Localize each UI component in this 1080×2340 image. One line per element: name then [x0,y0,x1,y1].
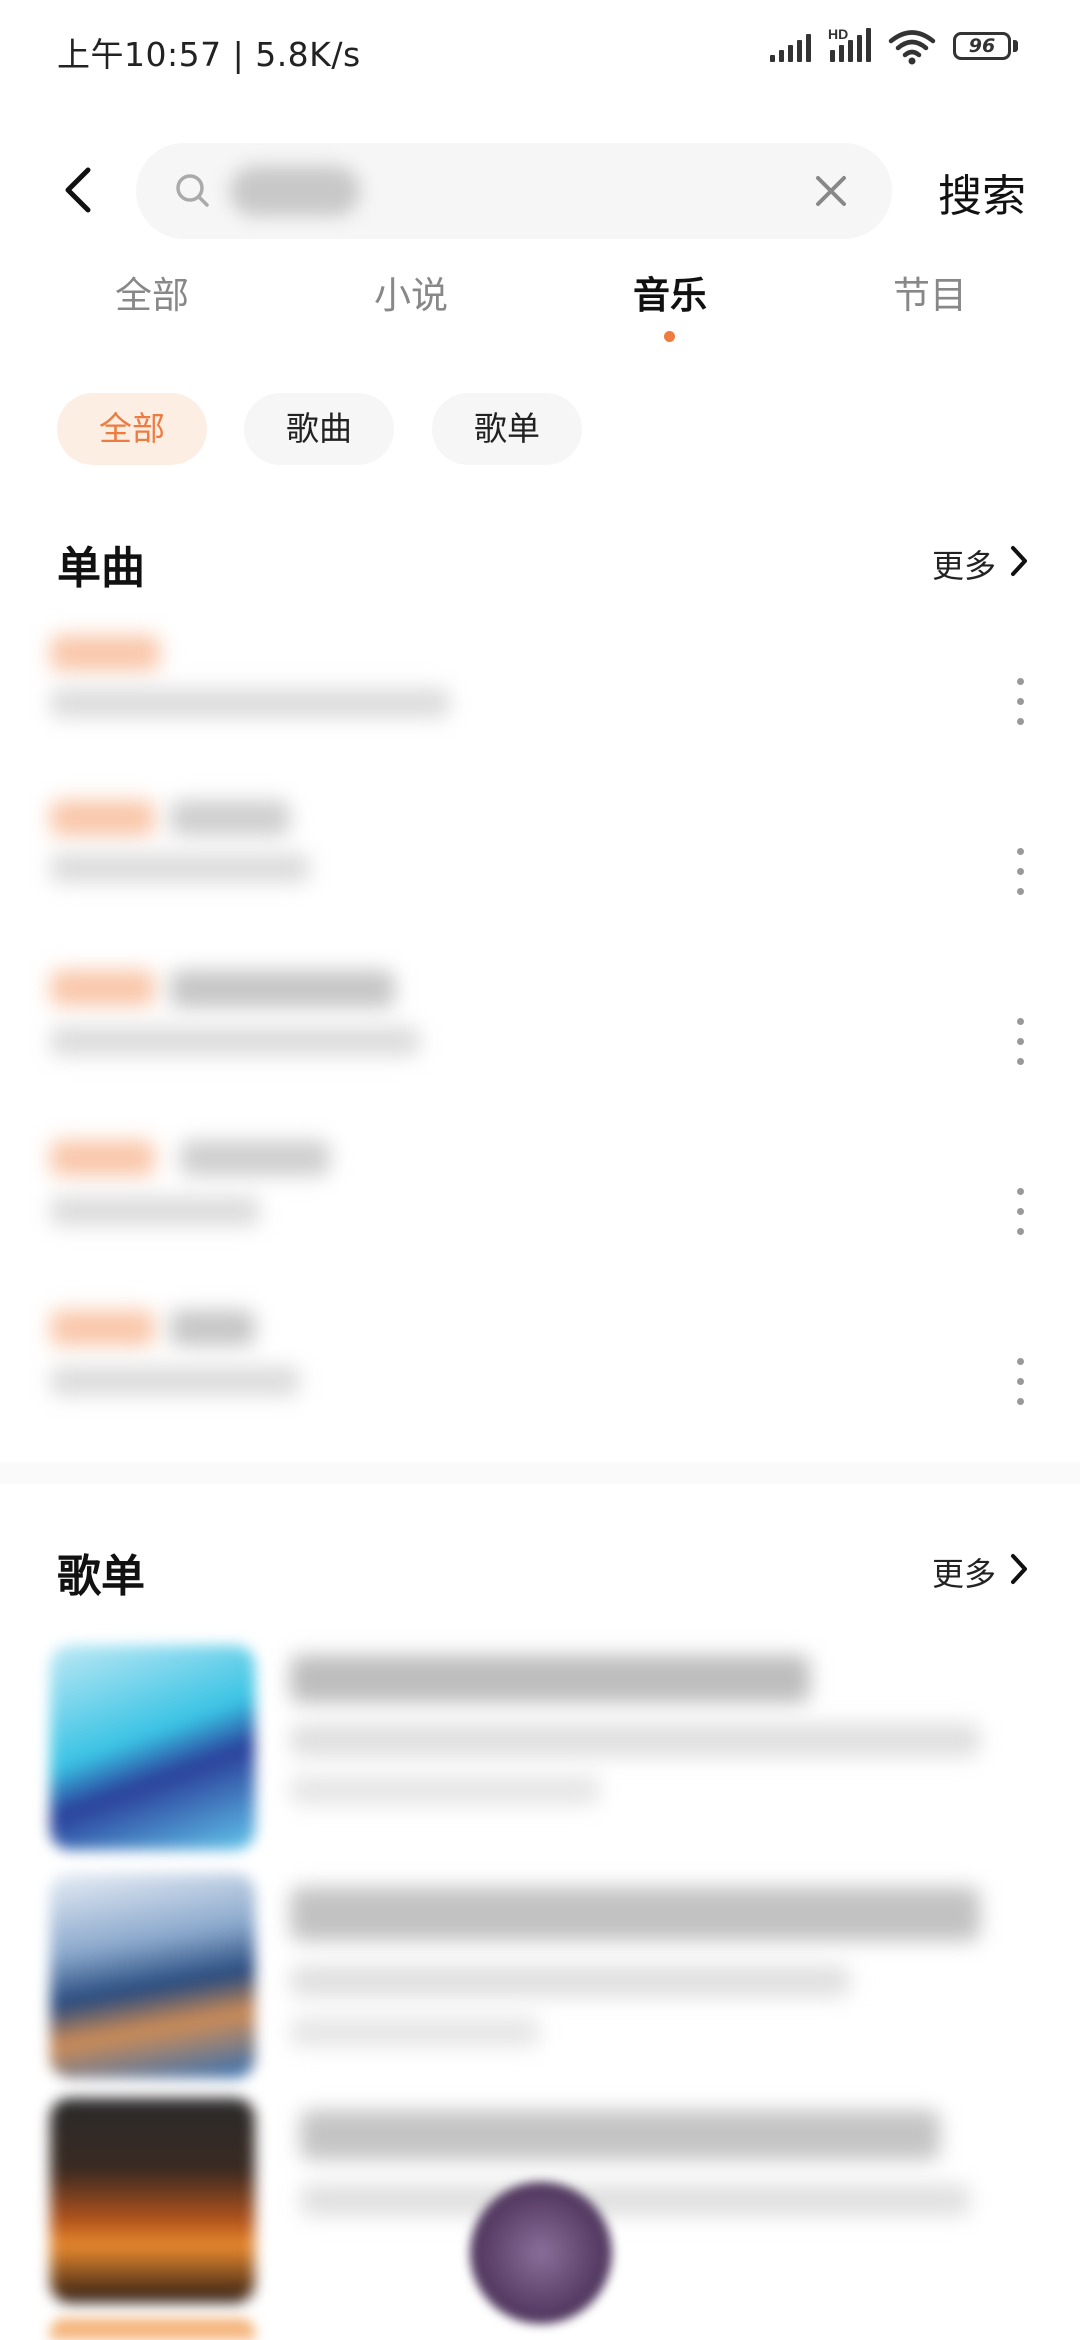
more-options-icon[interactable] [1012,678,1028,734]
chip-playlists[interactable]: 歌单 [432,393,582,465]
chip-songs[interactable]: 歌曲 [244,393,394,465]
clear-icon[interactable] [808,168,854,214]
songs-section-title: 单曲 [57,543,145,594]
more-options-icon[interactable] [1012,848,1028,904]
playlist-cover-partial [50,2318,255,2340]
tab-all[interactable]: 全部 [72,265,232,319]
playlist-cover [50,1645,255,1850]
back-arrow-icon[interactable] [50,160,110,220]
section-divider [0,1462,1080,1484]
cell-signal-icon [770,34,816,62]
playlists-section-title: 歌单 [57,1551,145,1602]
list-item[interactable] [0,1290,1080,1455]
search-input[interactable] [230,160,774,222]
chevron-right-icon[interactable] [1008,544,1030,578]
tab-music[interactable]: 音乐 [590,265,750,319]
mini-player-disc[interactable] [470,2182,612,2324]
list-item[interactable] [0,780,1080,945]
list-item[interactable] [0,1645,1080,1860]
search-button[interactable]: 搜索 [938,160,1026,224]
chip-all[interactable]: 全部 [57,393,207,465]
list-item[interactable] [0,1873,1080,2088]
wifi-icon [888,30,936,65]
playlist-cover [50,1873,255,2078]
list-item[interactable] [0,1120,1080,1285]
battery-level: 96 [968,35,996,57]
more-options-icon[interactable] [1012,1358,1028,1414]
list-item[interactable] [0,610,1080,775]
songs-more-link[interactable]: 更多 [932,541,996,587]
list-item[interactable] [0,950,1080,1115]
battery-nub [1013,40,1018,52]
more-options-icon[interactable] [1012,1018,1028,1074]
playlists-more-link[interactable]: 更多 [932,1549,996,1595]
active-tab-indicator [664,331,675,342]
chevron-right-icon[interactable] [1008,1552,1030,1586]
playlist-cover [50,2098,255,2303]
more-options-icon[interactable] [1012,1188,1028,1244]
cell-signal-hd-icon: HD [828,26,876,62]
status-time: 上午10:57 | 5.8K/s [57,35,361,74]
search-icon [176,174,209,207]
tab-novel[interactable]: 小说 [331,265,491,319]
hd-label: HD [828,26,849,42]
tab-program[interactable]: 节目 [850,265,1010,319]
